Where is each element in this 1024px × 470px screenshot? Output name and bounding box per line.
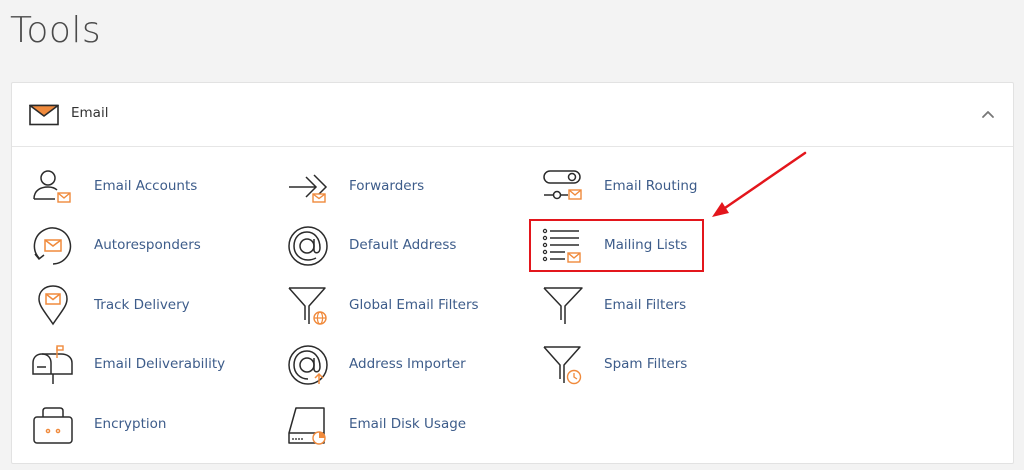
chevron-up-icon[interactable] — [979, 105, 997, 123]
tool-label[interactable]: Email Filters — [604, 297, 686, 313]
tool-label[interactable]: Global Email Filters — [349, 297, 479, 313]
funnel-globe-icon — [288, 287, 327, 325]
location-pin-icon — [38, 285, 68, 326]
tool-label[interactable]: Address Importer — [349, 356, 466, 372]
tool-default-address[interactable]: Default Address — [286, 221, 526, 271]
at-import-icon — [288, 345, 328, 385]
tool-label[interactable]: Email Accounts — [94, 178, 197, 194]
section-label: Email — [71, 105, 109, 121]
tool-address-importer[interactable]: Address Importer — [286, 340, 526, 390]
forward-arrow-icon — [289, 174, 328, 203]
tool-email-filters[interactable]: Email Filters — [541, 281, 781, 331]
autoresponder-icon — [33, 227, 72, 265]
tool-label[interactable]: Autoresponders — [94, 237, 201, 253]
page-title: Tools — [10, 10, 102, 51]
user-mail-icon — [33, 170, 71, 203]
tool-email-disk-usage[interactable]: Email Disk Usage — [286, 400, 526, 450]
tool-label[interactable]: Default Address — [349, 237, 456, 253]
tool-autoresponders[interactable]: Autoresponders — [31, 221, 271, 271]
tool-forwarders[interactable]: Forwarders — [286, 162, 526, 212]
tool-label[interactable]: Email Disk Usage — [349, 416, 466, 432]
email-section-panel: Email Email Accounts Forwarders Email Ro… — [11, 82, 1014, 464]
tool-global-email-filters[interactable]: Global Email Filters — [286, 281, 526, 331]
routing-icon — [543, 170, 582, 200]
tool-email-routing[interactable]: Email Routing — [541, 162, 781, 212]
highlight-box — [529, 219, 704, 272]
funnel-icon — [543, 287, 583, 324]
funnel-clock-icon — [543, 346, 582, 385]
tool-spam-filters[interactable]: Spam Filters — [541, 340, 781, 390]
tool-track-delivery[interactable]: Track Delivery — [31, 281, 271, 331]
tool-email-accounts[interactable]: Email Accounts — [31, 162, 271, 212]
email-section-header[interactable]: Email — [12, 83, 1013, 147]
tool-email-deliverability[interactable]: Email Deliverability — [31, 340, 271, 390]
tool-label[interactable]: Track Delivery — [94, 297, 190, 313]
envelope-icon — [29, 104, 59, 126]
mailbox-icon — [32, 345, 73, 384]
tool-label[interactable]: Spam Filters — [604, 356, 687, 372]
at-sign-icon — [288, 226, 328, 266]
tool-label[interactable]: Email Deliverability — [94, 356, 225, 372]
disk-usage-icon — [288, 407, 326, 445]
tool-label[interactable]: Forwarders — [349, 178, 424, 194]
tool-label[interactable]: Email Routing — [604, 178, 698, 194]
tool-encryption[interactable]: Encryption — [31, 400, 271, 450]
tool-label[interactable]: Encryption — [94, 416, 166, 432]
lock-box-icon — [33, 407, 73, 444]
